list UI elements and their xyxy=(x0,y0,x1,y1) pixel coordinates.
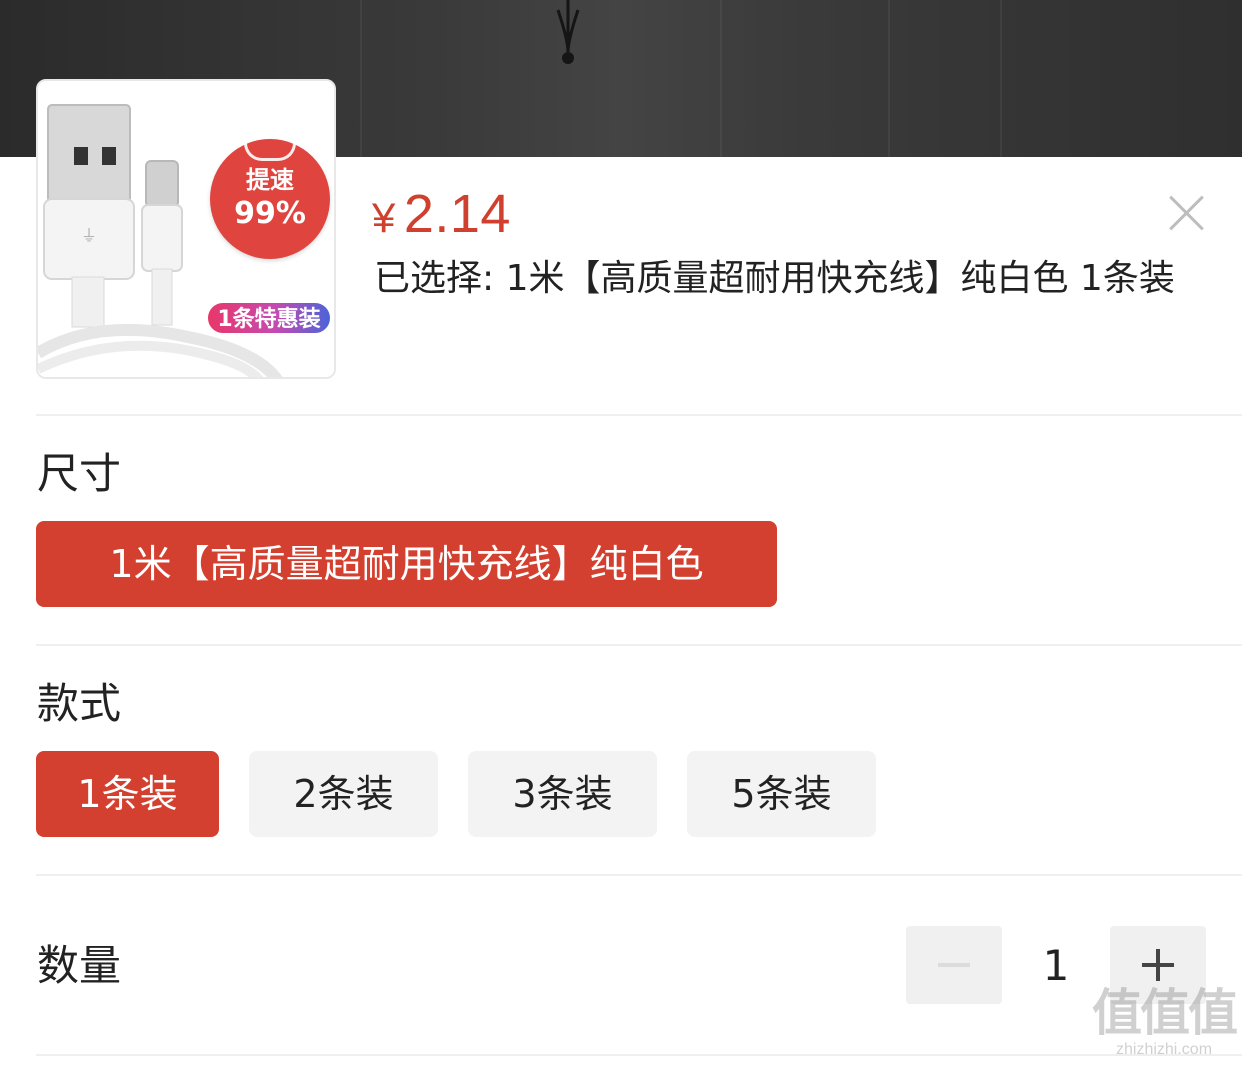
style-option-5-pack[interactable]: 5条装 xyxy=(687,751,876,837)
style-option-3-pack[interactable]: 3条装 xyxy=(468,751,657,837)
quantity-value[interactable]: 1 xyxy=(1030,940,1082,992)
speed-badge: 提速 99% xyxy=(210,139,330,259)
quantity-section-title: 数量 xyxy=(37,941,122,990)
divider xyxy=(36,1054,1242,1056)
selected-summary: 已选择: 1米【高质量超耐用快充线】纯白色 1条装 xyxy=(374,258,1175,299)
product-price: ¥2.14 xyxy=(372,183,511,249)
speed-badge-label: 提速 xyxy=(246,166,294,194)
style-section-title: 款式 xyxy=(37,679,122,728)
product-thumbnail: ⏚ 提速 99% 1条特惠装 xyxy=(36,79,336,379)
svg-text:⏚: ⏚ xyxy=(81,226,97,245)
minus-icon xyxy=(938,963,970,967)
close-icon[interactable] xyxy=(1164,190,1208,234)
watermark-logo: 值值值 xyxy=(1092,984,1238,1042)
divider xyxy=(36,874,1242,876)
pack-badge: 1条特惠装 xyxy=(206,301,332,335)
size-section-title: 尺寸 xyxy=(37,449,122,498)
divider xyxy=(36,414,1242,416)
watermark-url: zhizhizhi.com xyxy=(1115,1041,1213,1058)
size-option-1m-white[interactable]: 1米【高质量超耐用快充线】纯白色 xyxy=(36,521,777,607)
style-option-1-pack[interactable]: 1条装 xyxy=(36,751,219,837)
currency-symbol: ¥ xyxy=(372,194,396,241)
quantity-decrease-button[interactable] xyxy=(906,926,1002,1004)
site-watermark: 值值值 zhizhizhi.com xyxy=(1090,985,1238,1065)
price-value: 2.14 xyxy=(403,184,511,244)
speed-badge-value: 99% xyxy=(234,196,306,231)
style-option-2-pack[interactable]: 2条装 xyxy=(249,751,438,837)
divider xyxy=(36,644,1242,646)
backdrop-cable-icon xyxy=(556,0,580,64)
